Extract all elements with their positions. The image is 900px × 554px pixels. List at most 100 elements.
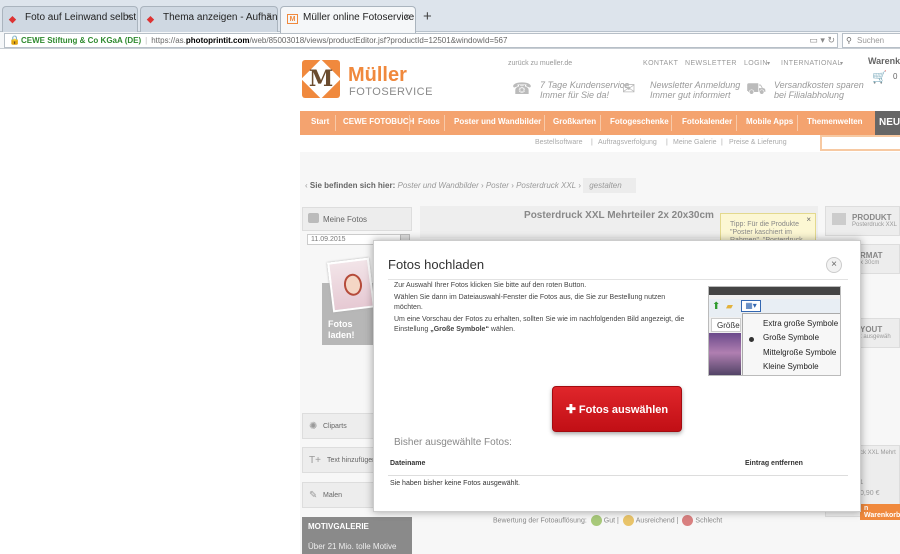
resolution-rating-legend: Bewertung der Fotoauflösung: Gut | Ausre… bbox=[493, 515, 722, 526]
breadcrumb-label: Sie befinden sich hier: bbox=[309, 181, 396, 190]
rating-bad: Schlecht bbox=[695, 517, 723, 525]
nav-item-themenwelten[interactable]: Themenwelten bbox=[807, 117, 863, 126]
upload-label-1: Fotos bbox=[328, 319, 353, 329]
order-product: ck XXL Mehrt bbox=[860, 450, 896, 456]
close-icon[interactable]: × bbox=[806, 216, 811, 224]
motif-gallery-subtitle: Über 21 Mio. tolle Motive bbox=[308, 542, 397, 551]
reader-reload-icons[interactable]: ▭ ▾ ↻ bbox=[809, 34, 835, 47]
address-bar[interactable]: 🔒 CEWE Stiftung & Co KGaA (DE) | https://a… bbox=[4, 33, 838, 48]
browser-tab-2[interactable]: ◆ Thema anzeigen - Aufhän... × bbox=[140, 6, 278, 32]
tab-title: Müller online Fotoservice bbox=[303, 12, 415, 23]
subnav-bestellsoftware[interactable]: Bestellsoftware bbox=[535, 139, 582, 146]
cart-label[interactable]: Warenk bbox=[868, 56, 900, 66]
search-placeholder: Suchen bbox=[857, 36, 885, 45]
mueller-favicon-icon: M bbox=[287, 14, 298, 24]
site-identity: CEWE Stiftung & Co KGaA (DE) bbox=[21, 36, 142, 45]
breadcrumb-back-icon[interactable]: ‹ bbox=[305, 181, 308, 190]
tip-line: Tipp: Für die Produkte bbox=[730, 221, 799, 228]
menu-item-selected: Große Symbole bbox=[763, 333, 820, 342]
tab-close-icon[interactable]: × bbox=[126, 12, 132, 23]
site-search-input[interactable] bbox=[820, 135, 900, 151]
nav-item-grosskarten[interactable]: Großkarten bbox=[553, 117, 596, 126]
select-photos-label: Fotos auswählen bbox=[578, 404, 669, 416]
lock-icon: 🔒 bbox=[9, 35, 21, 45]
browser-search-input[interactable]: ⚲ Suchen bbox=[842, 33, 900, 48]
instructions: Zur Auswahl Ihrer Fotos klicken Sie bitt… bbox=[394, 281, 694, 337]
my-photos-title: Meine Fotos bbox=[323, 215, 368, 224]
instruction-line: Zur Auswahl Ihrer Fotos klicken Sie bitt… bbox=[394, 282, 587, 289]
nav-item-mobile-apps[interactable]: Mobile Apps bbox=[746, 117, 793, 126]
tab-title: Thema anzeigen - Aufhän... bbox=[163, 12, 278, 23]
mueller-logo[interactable]: M bbox=[301, 59, 341, 99]
cart-count: 0 bbox=[893, 72, 898, 81]
instruction-line: Um eine Vorschau der Fotos zu erhalten, … bbox=[394, 315, 685, 334]
format-value: x 30cm bbox=[860, 260, 880, 266]
plus-icon: ✚ bbox=[565, 402, 576, 416]
menu-item: Mittelgroße Symbole bbox=[763, 348, 837, 357]
up-arrow-icon: ⬆ bbox=[712, 301, 721, 312]
product-section[interactable]: PRODUKT Posterdruck XXL bbox=[825, 206, 900, 236]
view-menu-icon: ▦▾ bbox=[741, 300, 761, 312]
back-to-mueller-link[interactable]: zurück zu mueller.de bbox=[508, 60, 572, 67]
envelope-icon: ✉ bbox=[622, 81, 636, 98]
dialog-close-button[interactable]: × bbox=[826, 257, 842, 273]
subnav-auftragsverfolgung[interactable]: Auftragsverfolgung bbox=[598, 139, 657, 146]
tab-close-icon[interactable]: × bbox=[404, 12, 410, 23]
feature-line: Newsletter Anmeldung bbox=[650, 80, 741, 90]
nav-item-fotogeschenke[interactable]: Fotogeschenke bbox=[610, 117, 669, 126]
url-host: photoprintit.com bbox=[185, 36, 250, 45]
subnav-divider: | bbox=[666, 139, 668, 146]
rating-good: Gut bbox=[603, 517, 616, 525]
example-thumbnail bbox=[709, 333, 741, 375]
nav-badge-neu[interactable]: NEU bbox=[875, 111, 900, 135]
view-options-menu: Extra große Symbole Große Symbole Mittel… bbox=[742, 313, 840, 375]
motif-gallery[interactable]: MOTIVGALERIE Über 21 Mio. tolle Motive bbox=[302, 517, 412, 554]
breadcrumb-item[interactable]: Posterdruck XXL bbox=[516, 181, 576, 190]
breadcrumb-item[interactable]: Poster und Wandbilder bbox=[398, 181, 479, 190]
product-value: Posterdruck XXL bbox=[852, 222, 898, 228]
nav-item-fotokalender[interactable]: Fotokalender bbox=[682, 117, 732, 126]
selected-photos-title: Bisher ausgewählte Fotos: bbox=[394, 437, 512, 448]
newsletter-link[interactable]: NEWSLETTER bbox=[685, 60, 737, 67]
international-link[interactable]: INTERNATIONAL bbox=[781, 60, 842, 67]
feature-line: Versandkosten sparen bbox=[774, 80, 864, 90]
motif-gallery-title: MOTIVGALERIE bbox=[308, 522, 369, 531]
nav-item-fotos[interactable]: Fotos bbox=[418, 117, 440, 126]
favicon-icon: ◆ bbox=[147, 14, 154, 24]
view-setting-example-image: ⬆ ▰ ▦▾ Größe Extra große Symbole Große S… bbox=[708, 286, 841, 376]
column-header-remove: Eintrag entfernen bbox=[745, 460, 803, 467]
tip-line: "Poster kaschiert im bbox=[730, 229, 793, 236]
brand-name[interactable]: Müller bbox=[348, 64, 407, 87]
login-link[interactable]: LOGIN bbox=[744, 60, 768, 67]
my-photos-header[interactable]: Meine Fotos bbox=[302, 207, 412, 231]
subnav-divider: | bbox=[721, 139, 723, 146]
kontakt-link[interactable]: KONTAKT bbox=[643, 60, 678, 67]
select-photos-button[interactable]: ✚ Fotos auswählen bbox=[552, 386, 682, 432]
nav-item-cewe-fotobuch[interactable]: CEWE FOTOBUCH bbox=[343, 117, 414, 126]
breadcrumb-item[interactable]: Poster bbox=[486, 181, 509, 190]
upload-photos-dialog: Fotos hochladen × Zur Auswahl Ihrer Foto… bbox=[373, 240, 861, 512]
camera-icon bbox=[308, 213, 319, 223]
login-dropdown-icon: ▾ bbox=[767, 61, 771, 67]
browser-tab-1[interactable]: ◆ Foto auf Leinwand selbst g... × bbox=[2, 6, 138, 32]
tab-title: Foto auf Leinwand selbst g... bbox=[25, 12, 137, 23]
nav-item-poster[interactable]: Poster und Wandbilder bbox=[454, 117, 541, 126]
add-to-cart-button[interactable]: n Warenkorb bbox=[860, 504, 900, 520]
text-icon: T+ bbox=[309, 455, 321, 466]
subnav-meine-galerie[interactable]: Meine Galerie bbox=[673, 139, 717, 146]
subnav-preise-lieferung[interactable]: Preise & Lieferung bbox=[729, 139, 787, 146]
feature-line: bei Filialabholung bbox=[774, 90, 845, 100]
new-tab-button[interactable]: + bbox=[423, 8, 432, 25]
add-text-label: Text hinzufügen bbox=[327, 457, 377, 464]
layout-value: t ausgewäh bbox=[860, 334, 891, 340]
subnav-divider: | bbox=[591, 139, 593, 146]
customer-service-icon: ☎ bbox=[512, 81, 532, 98]
browser-tab-active[interactable]: M Müller online Fotoservice × bbox=[280, 6, 416, 33]
cart-icon[interactable]: 🛒 bbox=[872, 70, 887, 84]
product-icon bbox=[832, 213, 846, 225]
divider bbox=[388, 475, 848, 476]
menu-item: Extra große Symbole bbox=[763, 319, 839, 328]
paint-label: Malen bbox=[323, 492, 343, 499]
tab-close-icon[interactable]: × bbox=[266, 12, 272, 23]
nav-item-start[interactable]: Start bbox=[311, 117, 329, 126]
